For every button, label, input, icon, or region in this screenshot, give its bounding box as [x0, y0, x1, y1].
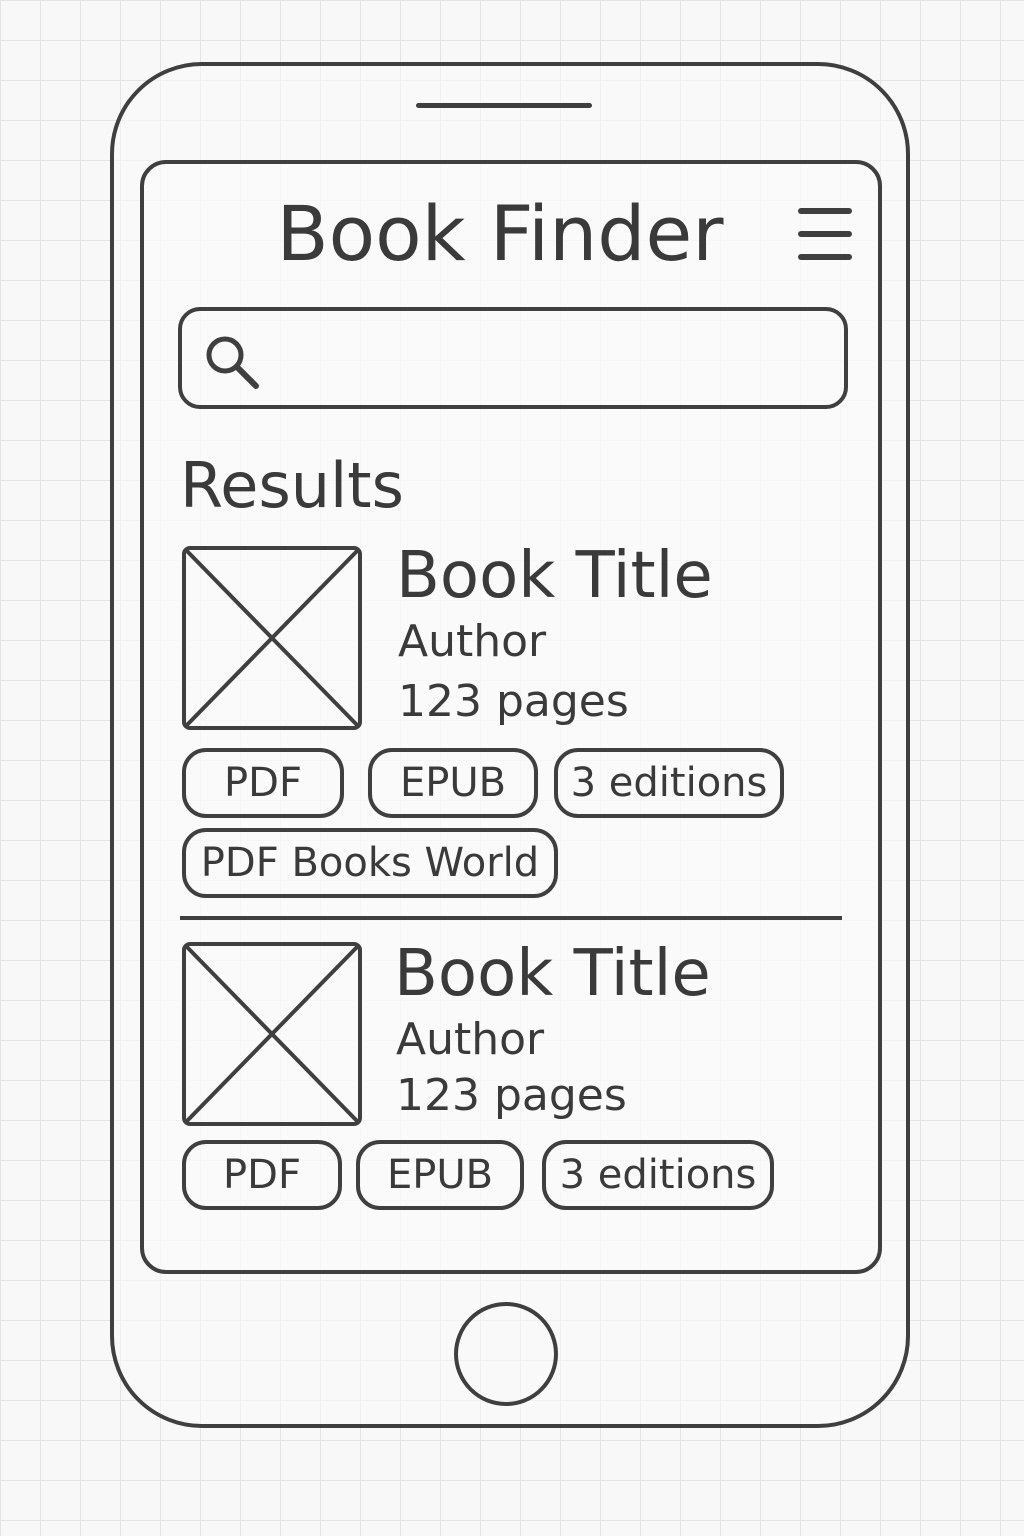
book-author: Author — [398, 616, 547, 667]
search-icon[interactable] — [202, 332, 260, 390]
format-chip-pdf[interactable]: PDF — [182, 748, 344, 818]
format-chip-pdf[interactable]: PDF — [182, 1140, 342, 1210]
phone-speaker — [416, 103, 592, 108]
menu-line — [798, 208, 852, 214]
hamburger-menu-icon[interactable] — [798, 208, 852, 260]
editions-chip[interactable]: 3 editions — [554, 748, 784, 818]
result-divider — [180, 916, 842, 920]
source-chip[interactable]: PDF Books World — [182, 828, 558, 898]
editions-chip[interactable]: 3 editions — [542, 1140, 774, 1210]
menu-line — [798, 254, 852, 260]
app-title: Book Finder — [276, 189, 724, 278]
book-title[interactable]: Book Title — [396, 540, 713, 612]
search-field-value[interactable] — [280, 330, 820, 386]
format-chip-epub[interactable]: EPUB — [368, 748, 538, 818]
menu-line — [798, 231, 852, 237]
book-pages: 123 pages — [396, 1070, 627, 1121]
book-cover-placeholder[interactable] — [182, 942, 362, 1126]
book-author: Author — [396, 1014, 545, 1065]
format-chip-epub[interactable]: EPUB — [356, 1140, 524, 1210]
book-cover-placeholder[interactable] — [182, 546, 362, 730]
home-button[interactable] — [454, 1302, 558, 1406]
results-heading: Results — [180, 449, 404, 522]
book-pages: 123 pages — [398, 676, 629, 727]
book-title[interactable]: Book Title — [394, 938, 711, 1010]
